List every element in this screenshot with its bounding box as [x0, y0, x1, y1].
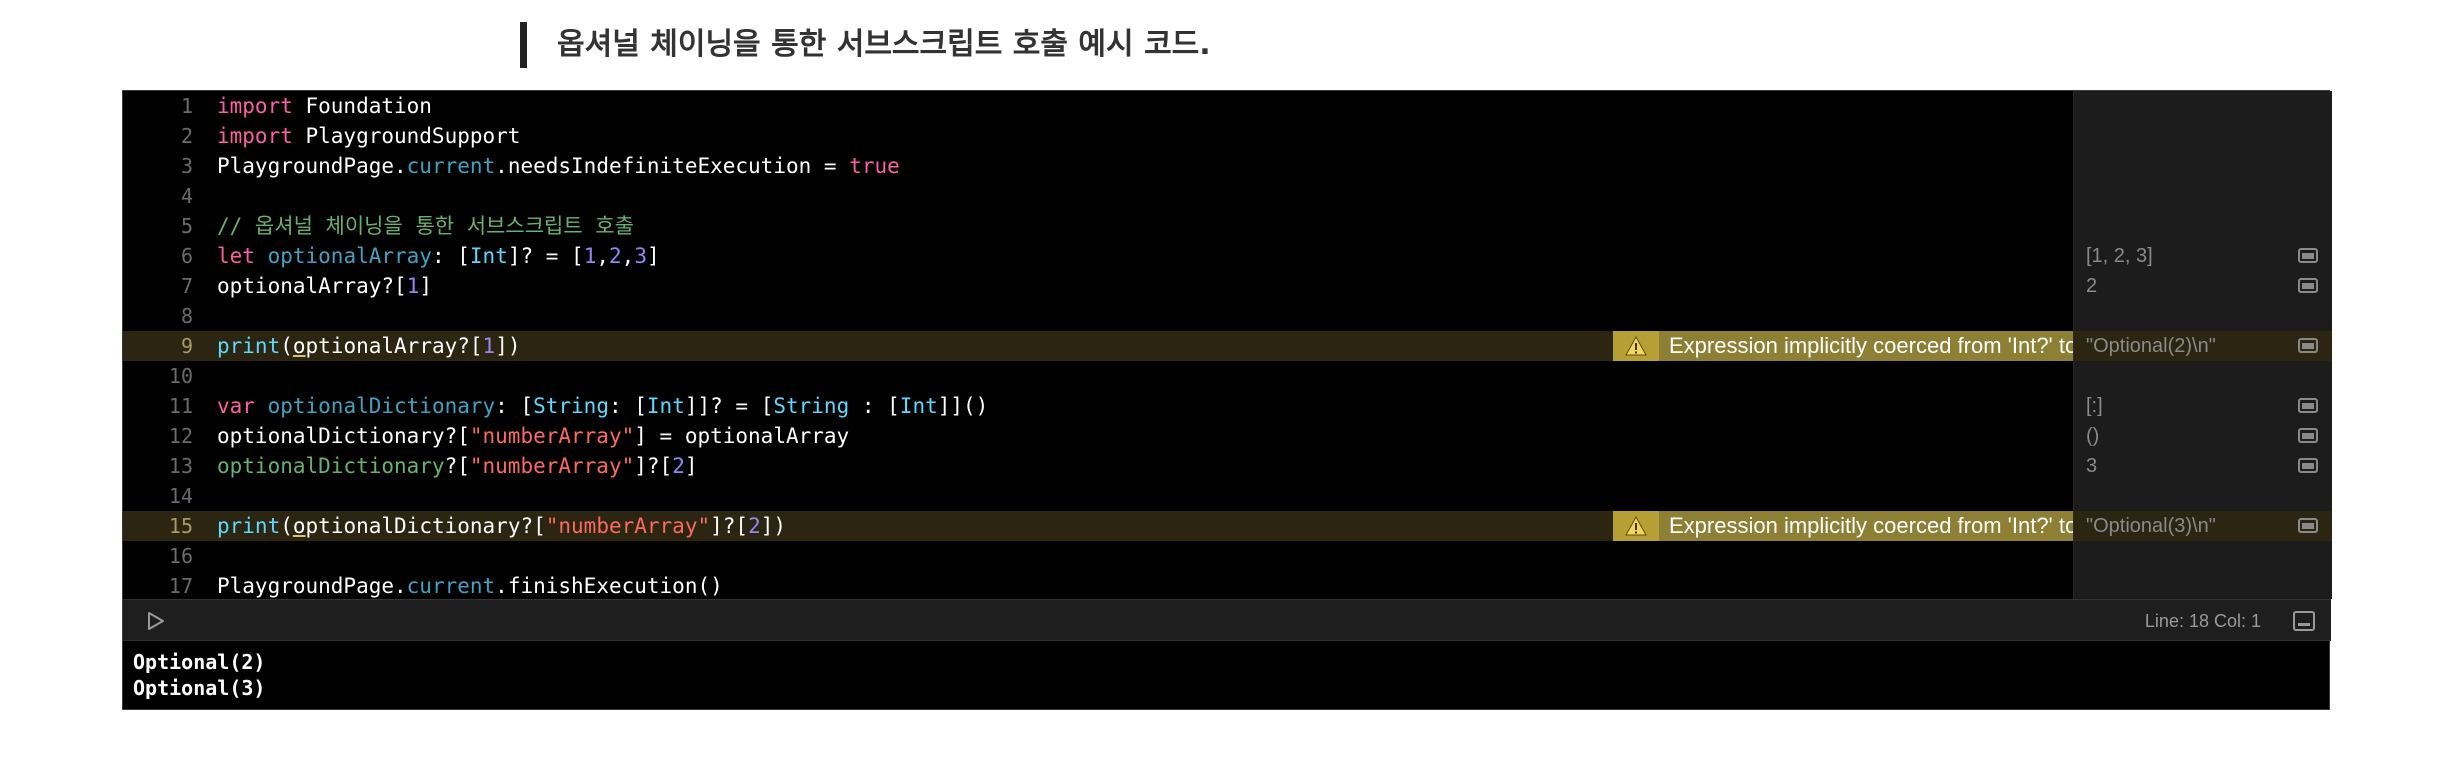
code-line: 8	[123, 301, 2073, 331]
line-number: 10	[168, 364, 193, 388]
line-number: 3	[180, 154, 193, 178]
code-line: 14	[123, 481, 2073, 511]
result-value: ()	[2086, 425, 2100, 447]
code-text: optionalArray?[1]	[217, 274, 432, 298]
line-number: 7	[180, 274, 193, 298]
quick-look-icon[interactable]	[2298, 398, 2318, 413]
code-text: PlaygroundPage.current.finishExecution()	[217, 574, 723, 598]
line-number: 16	[168, 544, 193, 568]
warning-message: Expression implicitly coerced from 'Int?…	[1669, 333, 2130, 358]
code-text: print(optionalArray?[1])	[217, 334, 521, 358]
code-line: 3 PlaygroundPage.current.needsIndefinite…	[123, 151, 2073, 181]
warning-icon	[1613, 331, 1659, 361]
code-line-warning: 15 print(optionalDictionary?["numberArra…	[123, 511, 2193, 541]
code-line: 10	[123, 361, 2073, 391]
warning-icon	[1613, 511, 1659, 541]
code-line: 6 let optionalArray: [Int]? = [1,2,3]	[123, 241, 2073, 271]
line-number: 8	[180, 304, 193, 328]
quick-look-icon[interactable]	[2298, 248, 2318, 263]
quick-look-icon[interactable]	[2298, 458, 2318, 473]
code-line: 11 var optionalDictionary: [String: [Int…	[123, 391, 2073, 421]
console-line: Optional(3)	[133, 676, 266, 700]
code-line: 7 optionalArray?[1]	[123, 271, 2073, 301]
code-line: 16	[123, 541, 2073, 571]
result-row: [:]	[2074, 391, 2332, 421]
line-number: 4	[180, 184, 193, 208]
code-line: 17 PlaygroundPage.current.finishExecutio…	[123, 571, 2073, 601]
line-number: 13	[168, 454, 193, 478]
playground-window: 1 import Foundation 2 import PlaygroundS…	[122, 90, 2332, 711]
code-line: 4	[123, 181, 2073, 211]
code-line: 1 import Foundation	[123, 91, 2073, 121]
result-row: [1, 2, 3]	[2074, 241, 2332, 271]
code-text: PlaygroundPage.current.needsIndefiniteEx…	[217, 154, 900, 178]
quick-look-icon[interactable]	[2298, 278, 2318, 293]
code-line: 2 import PlaygroundSupport	[123, 121, 2073, 151]
line-number: 15	[168, 514, 193, 538]
code-comment: // 옵셔널 체이닝을 통한 서브스크립트 호출	[217, 214, 634, 238]
console-toggle-icon[interactable]	[2293, 611, 2315, 631]
run-icon[interactable]	[143, 609, 167, 633]
code-text: print(optionalDictionary?["numberArray"]…	[217, 514, 787, 538]
result-row: 2	[2074, 271, 2332, 301]
code-text: let optionalArray: [Int]? = [1,2,3]	[217, 244, 660, 268]
warning-message: Expression implicitly coerced from 'Int?…	[1669, 513, 2130, 538]
result-row: "Optional(3)\n"	[2074, 511, 2332, 541]
line-number: 1	[180, 94, 193, 118]
code-text: import Foundation	[217, 94, 432, 118]
result-row: 3	[2074, 451, 2332, 481]
code-line: 5 // 옵셔널 체이닝을 통한 서브스크립트 호출	[123, 211, 2073, 241]
results-sidebar: [1, 2, 3] 2 "Optional(2)\n" [:] () 3 "Op…	[2073, 91, 2332, 599]
code-editor[interactable]: 1 import Foundation 2 import PlaygroundS…	[123, 91, 2332, 601]
code-text: optionalDictionary?["numberArray"]?[2]	[217, 454, 698, 478]
code-text: var optionalDictionary: [String: [Int]]?…	[217, 394, 989, 418]
result-row: "Optional(2)\n"	[2074, 331, 2332, 361]
result-value: "Optional(2)\n"	[2086, 335, 2216, 357]
line-number: 17	[168, 574, 193, 598]
console-line: Optional(2)	[133, 650, 266, 674]
line-number: 5	[180, 214, 193, 238]
debug-toolbar: Line: 18 Col: 1	[123, 599, 2331, 641]
console-output: Optional(2) Optional(3)	[123, 641, 2331, 711]
quick-look-icon[interactable]	[2298, 428, 2318, 443]
line-number: 2	[180, 124, 193, 148]
page-caption: 옵셔널 체이닝을 통한 서브스크립트 호출 예시 코드.	[520, 22, 1211, 68]
result-value: [1, 2, 3]	[2086, 245, 2153, 267]
result-row: ()	[2074, 421, 2332, 451]
quick-look-icon[interactable]	[2298, 338, 2318, 353]
code-text: import PlaygroundSupport	[217, 124, 521, 148]
code-text: optionalDictionary?["numberArray"] = opt…	[217, 424, 850, 448]
result-value: 3	[2086, 455, 2098, 477]
code-line: 13 optionalDictionary?["numberArray"]?[2…	[123, 451, 2073, 481]
quick-look-icon[interactable]	[2298, 518, 2318, 533]
result-value: [:]	[2086, 395, 2103, 417]
result-value: "Optional(3)\n"	[2086, 515, 2216, 537]
line-number: 11	[168, 394, 193, 418]
line-number: 6	[180, 244, 193, 268]
line-number: 9	[180, 334, 193, 358]
line-number: 12	[168, 424, 193, 448]
code-line-warning: 9 print(optionalArray?[1]) Expression im…	[123, 331, 2193, 361]
line-number: 14	[168, 484, 193, 508]
cursor-position: Line: 18 Col: 1	[2144, 611, 2261, 631]
code-line: 12 optionalDictionary?["numberArray"] = …	[123, 421, 2073, 451]
result-value: 2	[2086, 275, 2098, 297]
